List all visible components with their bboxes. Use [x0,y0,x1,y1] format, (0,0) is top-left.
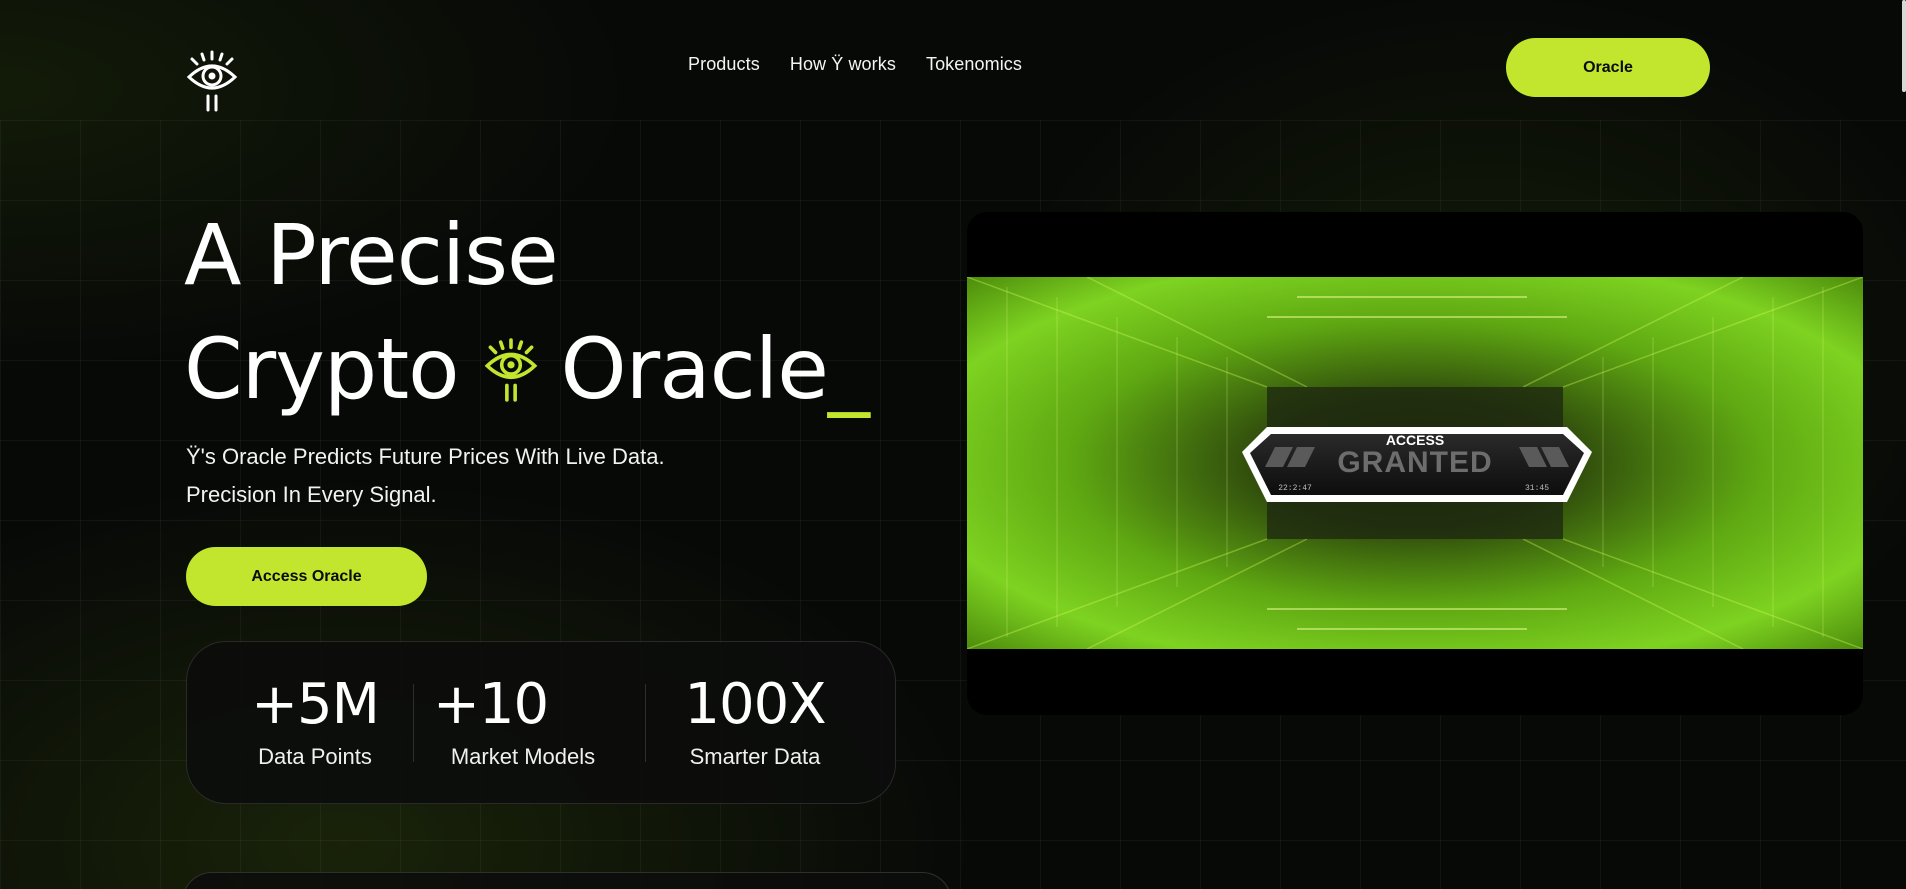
stat-divider [645,684,646,762]
stat-market-models: +10 Market Models [433,672,613,772]
video-frame: ACCESS GRANTED 22:2:47 31:45 [967,277,1863,649]
hero-title-cursor: _ [827,320,870,418]
eye-icon [484,338,537,402]
oracle-button[interactable]: Oracle [1506,38,1710,97]
hero-title-word-crypto: Crypto [184,320,460,418]
stat-value: +10 [433,672,549,737]
nav-link-products[interactable]: Products [688,54,760,75]
hero-subtitle-line-2: Precision In Every Signal. [186,482,437,507]
access-granted-scene: ACCESS GRANTED 22:2:47 31:45 [967,277,1863,649]
hero-subtitle-line-1: Ÿ's Oracle Predicts Future Prices With L… [186,444,665,469]
nav-link-how-it-works[interactable]: How Ÿ works [790,54,896,75]
stat-label: Smarter Data [689,744,821,769]
eye-icon[interactable] [186,50,238,114]
access-oracle-button[interactable]: Access Oracle [186,547,427,606]
stat-data-points: +5M Data Points [235,672,395,772]
stat-value: 100X [684,672,826,737]
badge-time-right: 31:45 [1525,484,1549,493]
hero-title-line-1: A Precise [184,206,559,304]
next-section-card [182,872,952,889]
nav-link-tokenomics[interactable]: Tokenomics [926,54,1022,75]
stat-smarter-data: 100X Smarter Data [665,672,845,772]
hero-subtitle: Ÿ's Oracle Predicts Future Prices With L… [186,438,806,514]
stats-card: +5M Data Points +10 Market Models 100X S… [186,641,896,804]
badge-granted-text: GRANTED [1337,446,1492,479]
hero-video[interactable]: ACCESS GRANTED 22:2:47 31:45 [967,212,1863,715]
site-header: Products How Ÿ works Tokenomics Oracle [0,0,1906,132]
scrollbar-thumb[interactable] [1902,0,1906,92]
hero-title-word-oracle: Oracle [560,320,829,418]
hero-title: A Precise Crypto Oracle_ [184,198,944,426]
stat-label: Market Models [450,744,596,769]
stat-value: +5M [251,672,380,737]
stat-label: Data Points [258,744,372,769]
landing-page: Products How Ÿ works Tokenomics Oracle A… [0,0,1906,889]
main-nav: Products How Ÿ works Tokenomics [688,54,1022,75]
stat-divider [413,684,414,762]
hero-title-line-2: Crypto Oracle_ [184,312,944,426]
badge-time-left: 22:2:47 [1278,484,1312,493]
